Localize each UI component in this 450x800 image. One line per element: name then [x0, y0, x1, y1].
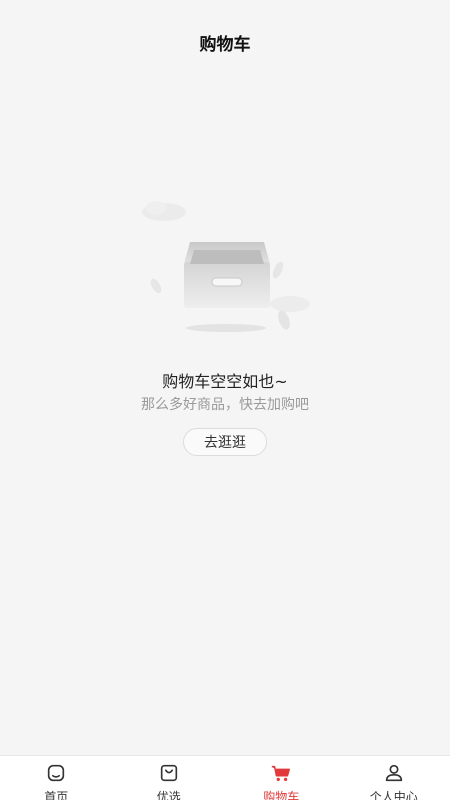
empty-cart-title: 购物车空空如也~ [162, 372, 288, 391]
empty-cart-subtitle: 那么多好商品，快去加购吧 [141, 397, 309, 413]
tab-label: 个人中心 [369, 790, 418, 800]
cart-icon [270, 762, 292, 784]
user-icon [383, 762, 405, 784]
app-header: 购物车 [0, 0, 450, 80]
empty-cart-illustration [138, 198, 318, 348]
tab-label: 优选 [156, 790, 181, 800]
page-title: 购物车 [199, 34, 251, 55]
tab-profile[interactable]: 个人中心 [338, 756, 450, 800]
tab-home[interactable]: 首页 [0, 756, 113, 800]
tab-featured[interactable]: 优选 [113, 756, 226, 800]
tab-label: 购物车 [263, 790, 300, 800]
home-icon [45, 762, 67, 784]
go-shopping-button[interactable]: 去逛逛 [183, 428, 267, 456]
tab-cart[interactable]: 购物车 [225, 756, 338, 800]
tab-label: 首页 [44, 790, 69, 800]
bottom-tab-bar: 首页 优选 购物车 个人中心 [0, 755, 450, 800]
shopping-bag-icon [158, 762, 180, 784]
